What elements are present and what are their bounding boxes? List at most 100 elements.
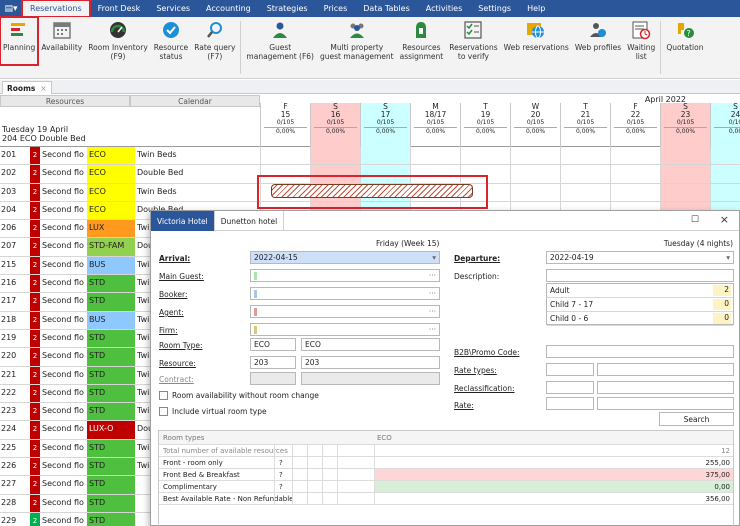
more-icon[interactable]: ···	[429, 306, 436, 317]
virtual-room-checkbox[interactable]	[159, 407, 168, 416]
reclassification-name-input[interactable]	[597, 381, 734, 394]
agent-input[interactable]: ···	[250, 305, 440, 318]
calendar-cell[interactable]	[710, 165, 740, 183]
rate-row[interactable]: Best Available Rate - Non Refundable 356…	[159, 493, 733, 505]
rate-query-button[interactable]: Rate query (F7)	[191, 17, 238, 78]
calendar-cell[interactable]	[260, 147, 310, 165]
availability-button[interactable]: Availability	[38, 17, 85, 78]
rate-info-icon[interactable]: ?	[279, 459, 289, 467]
occupancy-value-input[interactable]: 2	[713, 285, 731, 296]
calendar-day-header[interactable]: S 23 0/105 0,00%	[660, 103, 710, 147]
resource-name-input[interactable]: 203	[301, 356, 440, 369]
calendar-column-header[interactable]: Calendar	[130, 95, 260, 107]
rate-row[interactable]: Total number of available resources 12	[159, 445, 733, 457]
resource-code-input[interactable]: 203	[250, 356, 296, 369]
arrival-date-input[interactable]: 2022-04-15 ▾	[250, 251, 440, 264]
calendar-day-header[interactable]: M 18/17 0/105 0,00%	[410, 103, 460, 147]
calendar-cell[interactable]	[510, 165, 560, 183]
calendar-day-header[interactable]: W 20 0/105 0,00%	[510, 103, 560, 147]
calendar-cell[interactable]	[560, 147, 610, 165]
rate-row[interactable]: Complimentary ? 0,00	[159, 481, 733, 493]
firm-input[interactable]: ···	[250, 323, 440, 336]
calendar-cell[interactable]	[560, 165, 610, 183]
rate-types-name-input[interactable]	[597, 363, 734, 376]
description-input[interactable]	[546, 269, 734, 282]
multi-property-button[interactable]: Multi property guest management	[317, 17, 397, 78]
menu-item-prices[interactable]: Prices	[316, 0, 356, 17]
more-icon[interactable]: ···	[429, 270, 436, 281]
reclassification-code-input[interactable]	[546, 381, 594, 394]
maximize-icon[interactable]: ☐	[691, 215, 699, 225]
calendar-day-header[interactable]: T 19 0/105 0,00%	[460, 103, 510, 147]
rate-value-cell[interactable]: 255,00	[374, 457, 733, 468]
waiting-button[interactable]: Waiting list	[624, 17, 658, 78]
calendar-day-header[interactable]: S 16 0/105 0,00%	[310, 103, 360, 147]
menu-item-accounting[interactable]: Accounting	[198, 0, 259, 17]
calendar-cell[interactable]	[610, 165, 660, 183]
rate-info-icon[interactable]: ?	[279, 471, 289, 479]
departure-date-input[interactable]: 2022-04-19 ▾	[546, 251, 734, 264]
close-icon[interactable]: ×	[40, 84, 46, 93]
occupancy-value-input[interactable]: 0	[713, 313, 731, 324]
tab-dunetton-hotel[interactable]: Dunetton hotel	[215, 211, 285, 231]
calendar-cell[interactable]	[410, 147, 460, 165]
menu-item-front-desk[interactable]: Front Desk	[90, 0, 149, 17]
chevron-down-icon[interactable]: ▾	[726, 252, 730, 263]
calendar-cell[interactable]	[660, 147, 710, 165]
tab-victoria-hotel[interactable]: Victoria Hotel	[151, 211, 215, 231]
planning-button[interactable]: Planning	[0, 16, 40, 66]
tab-rooms[interactable]: Rooms ×	[2, 81, 52, 94]
rate-value-cell[interactable]: 375,00	[374, 469, 733, 480]
rate-name-input[interactable]	[597, 397, 734, 410]
calendar-cell[interactable]	[660, 183, 710, 201]
calendar-cell[interactable]	[610, 183, 660, 201]
occupancy-value-input[interactable]: 0	[713, 299, 731, 310]
calendar-cell[interactable]	[660, 165, 710, 183]
guest-button[interactable]: Guest management (F6)	[243, 17, 317, 78]
calendar-cell[interactable]	[460, 147, 510, 165]
rate-code-input[interactable]	[546, 397, 594, 410]
rate-value-cell[interactable]: 356,00	[374, 493, 733, 504]
menu-item-data-tables[interactable]: Data Tables	[355, 0, 418, 17]
search-button[interactable]: Search	[659, 412, 734, 426]
rate-row[interactable]: Front Bed & Breakfast ? 375,00	[159, 469, 733, 481]
web-profiles-button[interactable]: Web profiles	[572, 17, 624, 78]
close-icon[interactable]: ×	[720, 213, 729, 226]
app-menu-icon[interactable]: ▤▾	[0, 0, 22, 17]
resources-button[interactable]: Resources assignment	[397, 17, 447, 78]
calendar-cell[interactable]	[710, 183, 740, 201]
more-icon[interactable]: ···	[429, 288, 436, 299]
contract-code-input[interactable]	[250, 372, 296, 385]
menu-item-reservations[interactable]: Reservations	[21, 0, 91, 18]
room-row[interactable]: 201 2 Second flo ECO Twin Beds	[0, 147, 740, 166]
chevron-down-icon[interactable]: ▾	[432, 252, 436, 263]
calendar-day-header[interactable]: S 17 0/105 0,00%	[360, 103, 410, 147]
calendar-cell[interactable]	[310, 147, 360, 165]
calendar-cell[interactable]	[560, 183, 610, 201]
promo-code-input[interactable]	[546, 345, 734, 358]
more-icon[interactable]: ···	[429, 324, 436, 335]
calendar-cell[interactable]	[510, 147, 560, 165]
menu-item-strategies[interactable]: Strategies	[259, 0, 316, 17]
calendar-cell[interactable]	[610, 147, 660, 165]
menu-item-services[interactable]: Services	[148, 0, 198, 17]
contract-name-input[interactable]	[301, 372, 440, 385]
room-inventory-button[interactable]: Room Inventory (F9)	[85, 17, 151, 78]
booker-input[interactable]: ···	[250, 287, 440, 300]
calendar-day-header[interactable]: S 24 0/10 0,00	[710, 103, 740, 147]
resources-column-header[interactable]: Resources	[0, 95, 130, 107]
rate-value-cell[interactable]: 0,00	[374, 481, 733, 492]
calendar-day-header[interactable]: T 21 0/105 0,00%	[560, 103, 610, 147]
rate-info-icon[interactable]: ?	[279, 483, 289, 491]
main-guest-input[interactable]: ···	[250, 269, 440, 282]
rate-value-cell[interactable]: 12	[374, 445, 733, 456]
web-reservations-button[interactable]: Web reservations	[501, 17, 572, 78]
menu-item-activities[interactable]: Activities	[418, 0, 471, 17]
calendar-day-header[interactable]: F 15 0/105 0,00%	[260, 103, 310, 147]
quotation-button[interactable]: ? Quotation	[663, 17, 706, 78]
menu-item-settings[interactable]: Settings	[470, 0, 519, 17]
calendar-cell[interactable]	[360, 147, 410, 165]
rate-row[interactable]: Front - room only ? 255,00	[159, 457, 733, 469]
resource-button[interactable]: Resource status	[151, 17, 191, 78]
rate-types-code-input[interactable]	[546, 363, 594, 376]
